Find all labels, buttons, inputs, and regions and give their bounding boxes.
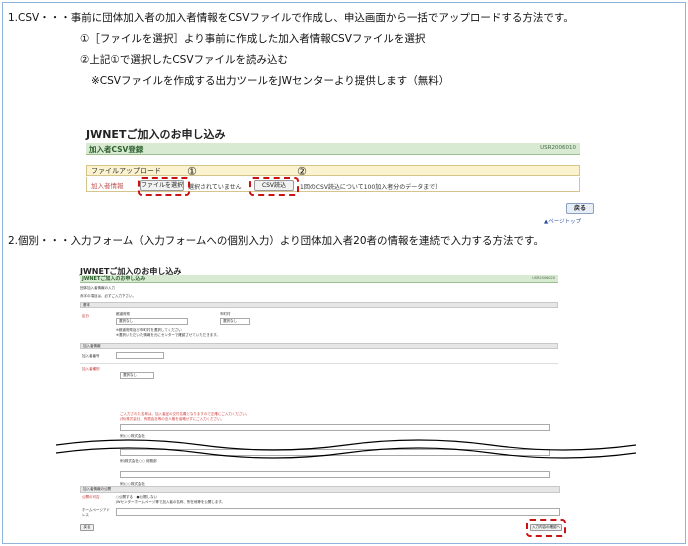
section-title: JWNETご加入のお申し込み: [82, 276, 146, 282]
member-no-input[interactable]: [116, 352, 164, 359]
upload-header-label: ファイルアップロード: [91, 167, 161, 175]
member-type-select[interactable]: 選択なし: [120, 372, 154, 379]
publish-note: JWセンターホームページ等で加入者の名称、所在地等を公開します。: [116, 500, 225, 504]
individual-method-heading: 2.個別・・・入力フォーム（入力フォームへの個別入力）より団体加入者20者の情報…: [8, 235, 544, 247]
upload-section-header: ファイルアップロード: [86, 165, 580, 176]
red-note-2: (例)株式会社、有限会社等の法人格を省略せずにご入力ください。: [120, 417, 225, 421]
csv-upload-screenshot: JWNETご加入のお申し込み 加入者CSV登録 USR2006010 ファイルア…: [86, 126, 594, 225]
prefecture-label: 都道府県: [116, 312, 130, 316]
publish-section-label: 加入者情報の公開: [83, 487, 111, 491]
screen-id: USR2006010: [540, 145, 576, 151]
member-no-label: 加入者番号: [82, 354, 100, 358]
page-title: JWNETご加入のお申し込み: [86, 128, 226, 141]
city-label: 市町村: [220, 312, 231, 316]
highlight-csv-button: [249, 177, 299, 196]
marker-2: ②: [297, 165, 307, 178]
csv-step-2: ②上記①で選択したCSVファイルを読み込む: [80, 54, 289, 66]
city-select[interactable]: 選択なし: [220, 318, 250, 325]
note-b: ※選択いただいた情報を元にセンターで確認させていただきます。: [116, 333, 220, 337]
csv-step-1: ①［ファイルを選択］より事前に作成した加入者情報CSVファイルを選択: [80, 33, 426, 45]
no-file-text: 選択されていません: [188, 184, 242, 191]
homepage-label: ホームページアドレス: [82, 508, 110, 517]
screen-id: USR2006020: [532, 276, 555, 280]
back-button[interactable]: 戻る: [80, 524, 94, 531]
name-input[interactable]: [120, 424, 550, 431]
csv-method-heading: 1.CSV・・・事前に団体加入者の加入者情報をCSVファイルで作成し、申込画面か…: [8, 12, 574, 24]
homepage-input[interactable]: [116, 508, 560, 516]
csv-tool-note: ※CSVファイルを作成する出力ツールをJWセンターより提供します（無料）: [91, 75, 450, 87]
member-section-label: 加入者情報: [83, 344, 101, 348]
member-type-label: 加入者種別: [82, 367, 100, 371]
back-button[interactable]: 戻る: [566, 203, 594, 214]
section-header: JWNETご加入のお申し込み USR2006020: [80, 275, 558, 283]
basic-section-label: 基本: [83, 303, 90, 307]
page-break-wave: [56, 439, 636, 459]
section-title: 加入者CSV登録: [89, 145, 144, 154]
highlight-confirm-button: [526, 519, 566, 537]
required-note: 赤字の項目は、必ずご入力下さい。: [80, 294, 136, 298]
publish-label: 公開の可否: [82, 495, 100, 499]
csv-limit-note: 1回のCSV読込について100加入者分のデータまで）: [300, 184, 442, 191]
page-top-link[interactable]: ▲ページトップ: [544, 217, 581, 225]
sub-title: 団体加入者情報の入力: [80, 286, 115, 290]
kubun-label: 区分: [82, 314, 89, 318]
section-header: 加入者CSV登録 USR2006010: [86, 143, 580, 155]
marker-1: ①: [187, 165, 197, 178]
kana-input[interactable]: [120, 471, 550, 478]
member-section-header: 加入者情報: [80, 343, 558, 349]
divider: [80, 363, 558, 364]
publish-section-header: 加入者情報の公開: [80, 486, 560, 493]
member-info-label: 加入者情報: [91, 182, 124, 190]
basic-section-header: 基本: [80, 302, 558, 308]
highlight-file-button: [138, 177, 190, 196]
prefecture-select[interactable]: 選択なし: [116, 318, 188, 325]
